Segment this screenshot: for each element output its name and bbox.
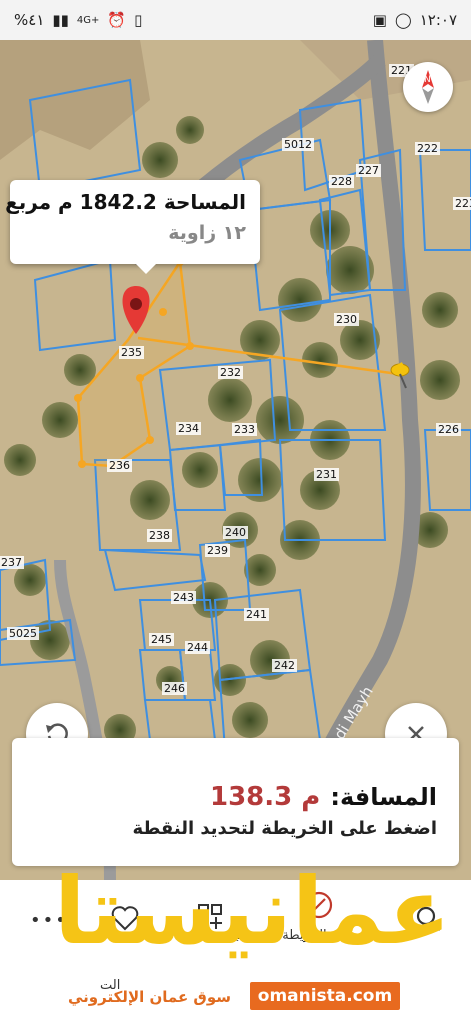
parcel-label[interactable]: 236	[109, 459, 130, 472]
parcel-label[interactable]: 240	[225, 526, 246, 539]
parcel-label[interactable]: 241	[246, 608, 267, 621]
brand-watermark: عمانيستا	[54, 858, 453, 965]
distance-label: المسافة:	[330, 783, 437, 811]
parcel-label[interactable]: 243	[173, 591, 194, 604]
alarm-icon: ⏰	[107, 11, 127, 29]
status-bar: %٤١ ▮▮ 4G+ ⏰ ▯ ▣ ◯ ١٢:٠٧	[0, 0, 471, 40]
distance-row: المسافة: 138.3 م	[34, 782, 437, 812]
whatsapp-icon: ◯	[394, 11, 412, 29]
compass-icon: N	[422, 70, 434, 104]
battery-text: %٤١	[14, 11, 45, 29]
parcel-label[interactable]: 232	[220, 366, 241, 379]
parcel-label[interactable]: 244	[187, 641, 208, 654]
parcel-label[interactable]: 231	[316, 468, 337, 481]
signal-icon: ▮▮	[52, 11, 69, 29]
tap-hint: اضغط على الخريطة لتحديد النقطة	[132, 818, 437, 839]
parcel-label[interactable]: 238	[149, 529, 170, 542]
svg-text:N: N	[424, 75, 431, 85]
parcel-label[interactable]: 233	[234, 423, 255, 436]
corners-text: ١٢ زاوية	[168, 222, 246, 244]
parcel-label[interactable]: 237	[1, 556, 22, 569]
area-tooltip: المساحة 1842.2 م مربع ١٢ زاوية	[5, 180, 260, 274]
parcel-label[interactable]: 246	[164, 682, 185, 695]
parcel-label[interactable]: 242	[274, 659, 295, 672]
image-icon: ▣	[372, 11, 387, 29]
status-left: %٤١ ▮▮ 4G+ ⏰ ▯	[14, 11, 142, 29]
parcel-label[interactable]: 5012	[284, 138, 312, 151]
parcel-label[interactable]: 227	[358, 164, 379, 177]
brand-url: omanista.com	[250, 982, 400, 1010]
clock: ١٢:٠٧	[419, 11, 457, 29]
parcel-label[interactable]: 230	[336, 313, 357, 326]
status-right: ▣ ◯ ١٢:٠٧	[373, 11, 457, 29]
parcel-label[interactable]: 226	[438, 423, 459, 436]
parcel-label[interactable]: 235	[121, 346, 142, 359]
distance-panel: المسافة: 138.3 م اضغط على الخريطة لتحديد…	[12, 738, 459, 866]
parcel-label[interactable]: 222	[417, 142, 438, 155]
parcel-label[interactable]: 223	[455, 197, 471, 210]
brand-subtitle: سوق عمان الإلكتروني	[68, 988, 232, 1006]
parcel-label[interactable]: 5025	[9, 627, 37, 640]
distance-value: 138.3 م	[210, 782, 321, 812]
compass-button[interactable]: N	[403, 62, 453, 112]
network-type: 4G+	[76, 14, 100, 26]
parcel-label[interactable]: 228	[331, 175, 352, 188]
parcel-label[interactable]: 239	[207, 544, 228, 557]
battery-icon: ▯	[134, 11, 143, 29]
parcel-label[interactable]: 234	[178, 422, 199, 435]
area-text: المساحة 1842.2 م مربع	[5, 190, 246, 214]
parcel-label[interactable]: 245	[151, 633, 172, 646]
